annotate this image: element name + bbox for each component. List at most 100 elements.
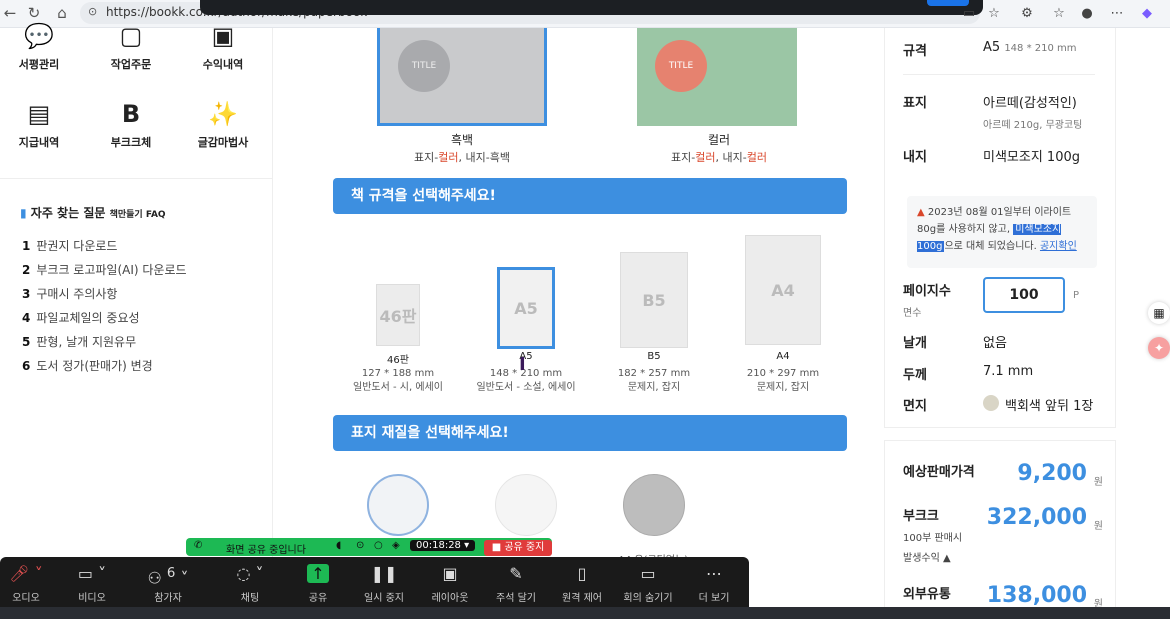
audio-button[interactable]: 🎤︎ ˅ 오디오 bbox=[0, 563, 56, 604]
size-desc: 210 * 297 mm 문제지, 잡지 bbox=[746, 368, 820, 393]
layout-button[interactable]: ▣ 레이아웃 bbox=[420, 563, 480, 604]
zoom-toolbar: 🎤︎ ˅ 오디오 ▭ ˅ 비디오 ⚇ 6 ˅ 참가자 ◌ ˅ 채팅 ↑ 공유 ❚❚ 일시 중… bbox=[0, 557, 749, 607]
zoom-share-top-bar bbox=[200, 0, 983, 15]
print-option-desc: 표지-컬러, 내지-흑백 bbox=[414, 151, 510, 164]
chat-icon: ◌ ˅ bbox=[236, 564, 264, 583]
summary-cover-sub: 아르떼 210g, 무광코팅 bbox=[983, 120, 1083, 131]
faq-item[interactable]: 3 구매시 주의사항 bbox=[22, 285, 117, 302]
quick-menu-font[interactable]: B 부크크체 bbox=[96, 98, 166, 150]
faq-item[interactable]: 4 파일교체일의 중요성 bbox=[22, 309, 140, 326]
pause-icon: ❚❚ bbox=[370, 564, 398, 583]
site-info-icon[interactable]: ⊙ bbox=[88, 5, 97, 18]
endpaper-value: 백회색 앞뒤 1장 bbox=[1005, 399, 1094, 414]
summary-inner-value: 미색모조지 100g bbox=[983, 150, 1080, 165]
notice-link[interactable]: 공지확인 bbox=[1040, 241, 1077, 252]
copilot-icon[interactable]: ◆ bbox=[1138, 5, 1156, 23]
faq-item[interactable]: 6 도서 정가(판매가) 변경 bbox=[22, 357, 153, 374]
chat-button[interactable]: ◌ ˅ 채팅 bbox=[220, 563, 280, 604]
more-button[interactable]: ⋯ 더 보기 bbox=[684, 563, 744, 604]
cover-option-arte[interactable] bbox=[367, 474, 429, 536]
pricing-panel: 예상판매가격 9,200 원 부크크 100부 판매시 발생수익 ▲ 322,0… bbox=[884, 440, 1116, 619]
thickness-value: 7.1 mm bbox=[983, 364, 1034, 379]
pen-icon: ✎ bbox=[509, 564, 523, 583]
shopping-bag-icon: ▢ bbox=[119, 22, 143, 50]
wing-value: 없음 bbox=[983, 336, 1007, 351]
more-menu-icon[interactable]: ⋯ bbox=[1108, 5, 1126, 23]
book-icon: ▮ bbox=[20, 206, 27, 220]
bookk-unit: 원 bbox=[1093, 521, 1103, 532]
size-desc: 127 * 188 mm 일반도서 - 시, 에세이 bbox=[353, 368, 443, 393]
book-preview-image: TITLE bbox=[398, 40, 450, 92]
pages-unit: P bbox=[1073, 290, 1080, 301]
size-option-b5[interactable]: B5 bbox=[620, 252, 688, 348]
hide-window-icon: ▭ bbox=[640, 564, 656, 583]
video-button[interactable]: ▭ ˅ 비디오 bbox=[62, 563, 122, 604]
favorite-star-icon[interactable]: ☆ bbox=[985, 5, 1003, 23]
more-icon: ⋯ bbox=[706, 564, 722, 583]
left-sidebar: 💬 서평관리 ▢ 작업주문 ▣ 수익내역 ▤ 지급내역 B 부크크체 ✨ 글감마… bbox=[0, 22, 273, 619]
mic-status-icon: ⊙ bbox=[356, 540, 365, 551]
bookk-sub: 100부 판매시 bbox=[903, 533, 963, 544]
letter-b-icon: B bbox=[121, 100, 141, 128]
print-option-desc: 표지-컬러, 내지-컬러 bbox=[671, 151, 767, 164]
tab-icon[interactable]: ▭ bbox=[960, 5, 978, 23]
size-option-46[interactable]: 46판 bbox=[376, 284, 420, 346]
faq-item[interactable]: 2 부크크 로고파일(AI) 다운로드 bbox=[22, 261, 187, 278]
bookk-value: 322,000 bbox=[986, 505, 1087, 530]
participants-icon: ⚇ 6 ˅ bbox=[147, 566, 189, 588]
quick-menu-review[interactable]: 💬 서평관리 bbox=[4, 20, 74, 72]
text-cursor-icon: I bbox=[519, 354, 526, 375]
size-name: A4 bbox=[776, 351, 790, 362]
external-value: 138,000 bbox=[986, 583, 1087, 608]
pause-button[interactable]: ❚❚ 일시 중지 bbox=[354, 563, 414, 604]
print-option-bw[interactable]: TITLE bbox=[377, 28, 547, 126]
quick-menu-payouts[interactable]: ▤ 지급내역 bbox=[4, 98, 74, 150]
pages-label: 페이지수 bbox=[903, 284, 951, 299]
size-option-a4[interactable]: A4 bbox=[745, 235, 821, 345]
share-status-text: 화면 공유 중입니다 bbox=[226, 545, 306, 556]
divider bbox=[0, 178, 273, 179]
cover-option-3[interactable] bbox=[623, 474, 685, 536]
video-thumbnail-strip bbox=[0, 607, 1170, 619]
profile-avatar-icon[interactable]: ● bbox=[1078, 5, 1096, 23]
browser-toolbar: ← ↻ ⌂ ⊙ https://bookk.co.kr/author/make/… bbox=[0, 0, 1170, 28]
faq-title: ▮ 자주 찾는 질문 책만들기 FAQ bbox=[20, 206, 166, 220]
layout-icon: ▣ bbox=[442, 564, 458, 583]
faq-item[interactable]: 1 판권지 다운로드 bbox=[22, 237, 117, 254]
size-name: B5 bbox=[647, 351, 661, 362]
endpaper-color-swatch bbox=[983, 395, 999, 411]
page-count-input[interactable]: 100 bbox=[983, 277, 1065, 313]
paper-change-notice: ▲ 2023년 08월 01일부터 이라이트 80g를 사용하지 않고, 미색모… bbox=[907, 196, 1097, 268]
price-unit: 원 bbox=[1093, 477, 1103, 488]
endpaper-label: 면지 bbox=[903, 399, 927, 414]
faq-item[interactable]: 5 판형, 날개 지원유무 bbox=[22, 333, 136, 350]
speech-bubble-icon: 💬 bbox=[24, 22, 54, 50]
party-icon: ▲ bbox=[939, 553, 951, 564]
annotate-button[interactable]: ✎ 주석 달기 bbox=[486, 563, 546, 604]
size-option-a5[interactable]: A5 bbox=[497, 267, 555, 349]
timer[interactable]: 00:18:28 ▾ bbox=[410, 540, 476, 551]
size-desc: 148 * 210 mm 일반도서 - 소설, 에세이 bbox=[476, 368, 576, 393]
quick-menu-writing-wizard[interactable]: ✨ 글감마법사 bbox=[188, 98, 258, 150]
participants-button[interactable]: ⚇ 6 ˅ 참가자 bbox=[138, 563, 198, 604]
translate-floating-icon[interactable]: ✦ bbox=[1148, 337, 1170, 359]
quick-menu-orders[interactable]: ▢ 작업주문 bbox=[96, 20, 166, 72]
thickness-label: 두께 bbox=[903, 368, 927, 383]
share-button[interactable]: ↑ 공유 bbox=[288, 563, 348, 604]
favorites-icon[interactable]: ☆ bbox=[1050, 5, 1068, 23]
grid-floating-icon[interactable]: ▦ bbox=[1148, 302, 1170, 324]
stop-share-button[interactable]: ■ 공유 중지 bbox=[484, 540, 552, 556]
print-option-color[interactable]: TITLE bbox=[637, 28, 797, 126]
cover-section-heading: 표지 재질을 선택해주세요! bbox=[333, 415, 847, 451]
summary-inner-label: 내지 bbox=[903, 150, 927, 165]
hide-meeting-button[interactable]: ▭ 회의 숨기기 bbox=[618, 563, 678, 604]
summary-size-label: 규격 bbox=[903, 44, 927, 59]
extensions-icon[interactable]: ⚙ bbox=[1018, 5, 1036, 23]
remote-control-button[interactable]: ▯ 원격 제어 bbox=[552, 563, 612, 604]
share-icon: ↑ bbox=[288, 563, 348, 585]
cover-option-2[interactable] bbox=[495, 474, 557, 536]
wallet-icon: ▤ bbox=[27, 100, 51, 128]
print-option-label: 컬러 bbox=[707, 133, 731, 147]
quick-menu-revenue[interactable]: ▣ 수익내역 bbox=[188, 20, 258, 72]
audio-icon: ◖ bbox=[336, 540, 342, 551]
